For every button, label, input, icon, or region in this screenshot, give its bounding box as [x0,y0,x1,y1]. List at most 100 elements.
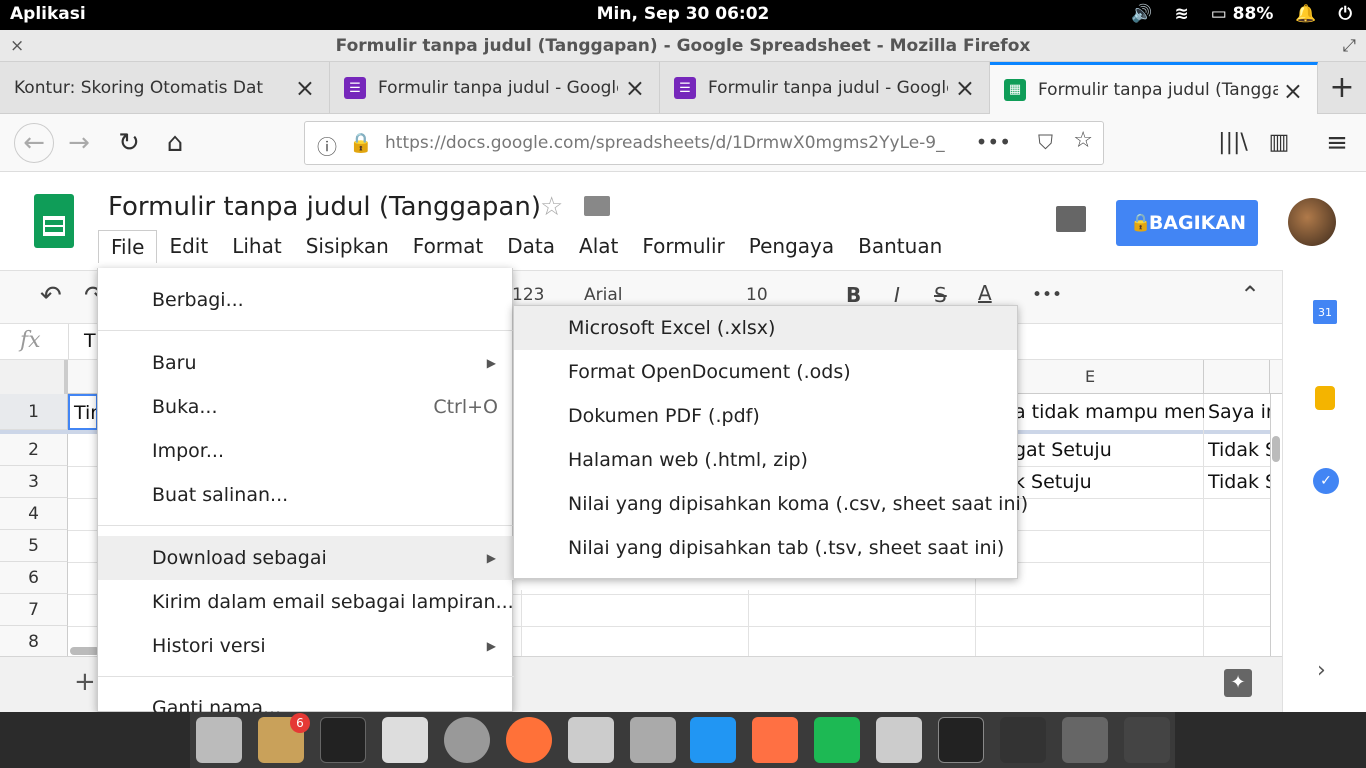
usb-download-icon[interactable] [568,717,614,763]
cell-e1[interactable]: a tidak mampu menja [1014,394,1204,430]
share-button[interactable]: 🔒 BAGIKAN [1116,200,1258,246]
browser-tab-2[interactable]: ☰ Formulir tanpa judul - Google Fo × [330,62,660,114]
reload-icon[interactable]: ↻ [112,126,146,160]
download-ods[interactable]: Format OpenDocument (.ods) [514,350,1017,394]
tab-close-icon[interactable]: × [625,74,645,102]
keep-icon[interactable] [1315,386,1335,410]
row-header-4[interactable]: 4 [0,498,68,530]
expand-chevron-right-icon[interactable]: › [1317,658,1326,683]
settings-toggle-icon[interactable] [382,717,428,763]
corner-cell[interactable] [0,360,68,394]
font-select[interactable]: Arial [584,285,622,305]
menu-item-share[interactable]: Berbagi... [98,278,514,322]
menu-item-download-as[interactable]: Download sebagai ▶ [98,536,514,580]
row-header-1[interactable]: 1 [0,394,68,430]
browser-tab-4[interactable]: ▦ Formulir tanpa judul (Tanggapan × [990,62,1318,114]
menu-format[interactable]: Format [401,230,495,263]
formula-input[interactable]: T [84,330,96,352]
collapse-chevron-up-icon[interactable]: ⌃ [1240,281,1260,309]
star-icon[interactable]: ☆ [540,192,563,222]
menu-item-make-copy[interactable]: Buat salinan... [98,473,514,517]
download-html[interactable]: Halaman web (.html, zip) [514,438,1017,482]
bold-button[interactable]: B [846,283,861,307]
menu-help[interactable]: Bantuan [846,230,954,263]
system-monitor-icon[interactable] [938,717,984,763]
menu-view[interactable]: Lihat [220,230,293,263]
camera-icon[interactable] [444,717,490,763]
tab-close-icon[interactable]: × [955,74,975,102]
wifi-icon[interactable]: ≋ [1174,4,1188,24]
italic-button[interactable]: I [894,283,900,307]
url-bar[interactable]: ⓘ 🔒 https://docs.google.com/spreadsheets… [304,121,1104,165]
tab-close-icon[interactable]: × [295,74,315,102]
menu-file[interactable]: File [98,230,158,263]
library-icon[interactable]: |||\ [1216,126,1250,160]
font-size-select[interactable]: 10 [746,285,768,305]
row-header-6[interactable]: 6 [0,562,68,594]
tasks-icon[interactable]: ✓ [1313,468,1339,494]
explore-icon[interactable]: ✦ [1224,669,1252,697]
folder-icon[interactable] [584,196,610,216]
menu-item-version-history[interactable]: Histori versi ▶ [98,624,514,668]
menu-item-new[interactable]: Baru ▶ [98,341,514,385]
wps-presentation-icon[interactable] [752,717,798,763]
download-csv[interactable]: Nilai yang dipisahkan koma (.csv, sheet … [514,482,1028,526]
tab-close-icon[interactable]: × [1283,77,1303,105]
menu-insert[interactable]: Sisipkan [294,230,401,263]
vertical-scrollbar[interactable] [1272,436,1280,462]
notification-bell-icon[interactable]: 🔔 [1295,4,1316,24]
menu-tools[interactable]: Alat [567,230,630,263]
page-actions-icon[interactable]: ••• [976,130,1011,154]
home-icon[interactable]: ⌂ [158,126,192,160]
menu-item-open[interactable]: Buka... Ctrl+O [98,385,514,429]
download-pdf[interactable]: Dokumen PDF (.pdf) [514,394,1017,438]
sublime-text-icon[interactable] [1124,717,1170,763]
sidebar-toggle-icon[interactable]: ▥ [1262,126,1296,160]
cell-e2[interactable]: gat Setuju [1014,434,1204,466]
hamburger-menu-icon[interactable]: ≡ [1320,126,1354,160]
wps-writer-icon[interactable] [690,717,736,763]
download-tsv[interactable]: Nilai yang dipisahkan tab (.tsv, sheet s… [514,526,1017,570]
row-header-5[interactable]: 5 [0,530,68,562]
download-xlsx[interactable]: Microsoft Excel (.xlsx) [514,306,1017,350]
cell-f2[interactable]: Tidak S [1208,434,1270,466]
battery-indicator[interactable]: ▭ 88% [1211,4,1274,24]
firefox-icon[interactable] [506,717,552,763]
menu-item-email-attachment[interactable]: Kirim dalam email sebagai lampiran... [98,580,514,624]
usb-sync-icon[interactable] [876,717,922,763]
forward-arrow-icon[interactable]: → [62,126,96,160]
menu-data[interactable]: Data [495,230,567,263]
comments-icon[interactable] [1056,206,1086,232]
menu-edit[interactable]: Edit [157,230,220,263]
home-folder-icon[interactable] [196,717,242,763]
terminal-icon[interactable] [320,717,366,763]
bookmark-star-icon[interactable]: ☆ [1073,128,1093,153]
software-store-icon[interactable]: 6 [258,713,310,763]
new-tab-button[interactable]: + [1318,62,1366,114]
cell-f3[interactable]: Tidak S [1208,466,1270,498]
pocket-icon[interactable]: ⛉ [1038,130,1053,154]
number-format-button[interactable]: 123 [512,285,544,305]
menu-item-import[interactable]: Impor... [98,429,514,473]
vector-tool-icon[interactable] [1062,717,1108,763]
row-header-8[interactable]: 8 [0,626,68,656]
browser-tab-3[interactable]: ☰ Formulir tanpa judul - Google Fo × [660,62,990,114]
info-icon[interactable]: ⓘ [317,131,337,160]
menu-form[interactable]: Formulir [630,230,736,263]
column-header-f[interactable] [1204,360,1270,394]
menu-addons[interactable]: Pengaya [737,230,846,263]
cell-a1[interactable]: Tir [68,394,98,430]
cell-e3[interactable]: k Setuju [1014,466,1204,498]
power-icon[interactable]: ⏻ [1339,4,1352,24]
text-color-button[interactable]: A [978,281,992,305]
avatar[interactable] [1288,198,1336,246]
more-tools-button[interactable]: ••• [1032,285,1062,305]
calendar-icon[interactable]: 31 [1313,300,1337,324]
browser-tab-1[interactable]: Kontur: Skoring Otomatis Data Dari × [0,62,330,114]
window-close-icon[interactable]: × [10,30,24,62]
horizontal-scrollbar[interactable] [70,647,100,655]
document-title[interactable]: Formulir tanpa judul (Tanggapan) [108,192,541,222]
inkscape-icon[interactable] [1000,717,1046,763]
row-header-7[interactable]: 7 [0,594,68,626]
back-arrow-icon[interactable]: ← [14,123,54,163]
